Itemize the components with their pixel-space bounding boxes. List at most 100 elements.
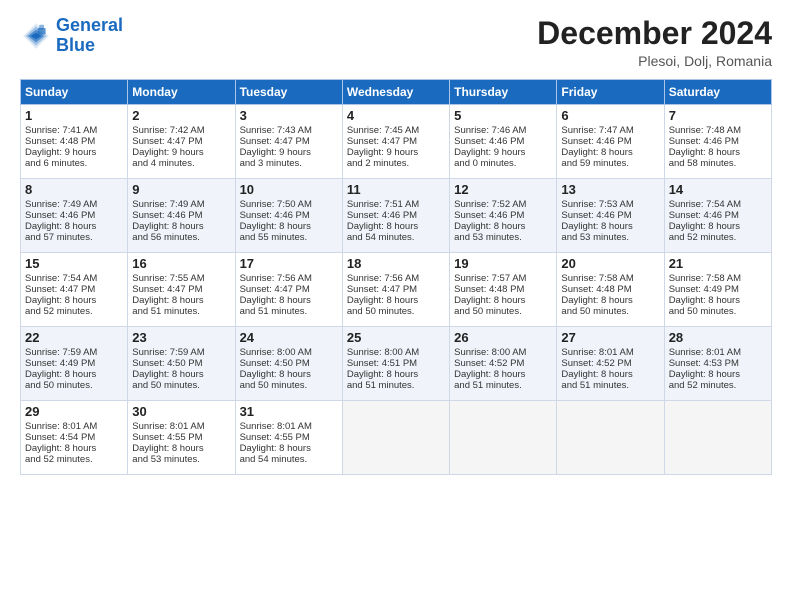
day-info-line: Sunset: 4:47 PM [347,136,445,147]
calendar-cell: 11Sunrise: 7:51 AMSunset: 4:46 PMDayligh… [342,179,449,253]
day-info-line: Daylight: 8 hours [347,221,445,232]
day-info-line: and 54 minutes. [240,454,338,465]
day-info-line: Sunrise: 8:01 AM [669,347,767,358]
day-info-line: and 0 minutes. [454,158,552,169]
day-info-line: Sunset: 4:54 PM [25,432,123,443]
day-info-line: Daylight: 8 hours [240,295,338,306]
day-info-line: Sunrise: 7:51 AM [347,199,445,210]
day-number: 21 [669,256,767,271]
day-info-line: Daylight: 9 hours [132,147,230,158]
calendar-body: 1Sunrise: 7:41 AMSunset: 4:48 PMDaylight… [21,105,772,475]
day-info-line: and 53 minutes. [132,454,230,465]
day-info-line: and 52 minutes. [25,454,123,465]
day-info-line: Daylight: 8 hours [561,295,659,306]
calendar-header-row: SundayMondayTuesdayWednesdayThursdayFrid… [21,80,772,105]
day-info-line: Sunrise: 7:55 AM [132,273,230,284]
day-number: 30 [132,404,230,419]
day-info-line: and 57 minutes. [25,232,123,243]
day-number: 23 [132,330,230,345]
day-info-line: Daylight: 8 hours [25,443,123,454]
day-info-line: Sunset: 4:48 PM [454,284,552,295]
day-info-line: Sunset: 4:46 PM [25,210,123,221]
day-info-line: Daylight: 8 hours [132,295,230,306]
day-info-line: and 50 minutes. [240,380,338,391]
calendar-cell: 14Sunrise: 7:54 AMSunset: 4:46 PMDayligh… [664,179,771,253]
calendar-cell: 12Sunrise: 7:52 AMSunset: 4:46 PMDayligh… [450,179,557,253]
calendar-cell [450,401,557,475]
calendar-cell: 10Sunrise: 7:50 AMSunset: 4:46 PMDayligh… [235,179,342,253]
calendar-cell: 13Sunrise: 7:53 AMSunset: 4:46 PMDayligh… [557,179,664,253]
day-info-line: Daylight: 8 hours [132,443,230,454]
day-info-line: Sunset: 4:48 PM [25,136,123,147]
day-number: 16 [132,256,230,271]
day-info-line: Sunset: 4:46 PM [132,210,230,221]
calendar-header-cell: Wednesday [342,80,449,105]
day-number: 14 [669,182,767,197]
header: General Blue December 2024 Plesoi, Dolj,… [20,16,772,69]
calendar-cell: 31Sunrise: 8:01 AMSunset: 4:55 PMDayligh… [235,401,342,475]
calendar-cell: 30Sunrise: 8:01 AMSunset: 4:55 PMDayligh… [128,401,235,475]
day-info-line: Sunrise: 7:54 AM [25,273,123,284]
day-info-line: Sunset: 4:50 PM [132,358,230,369]
day-number: 11 [347,182,445,197]
day-info-line: and 51 minutes. [240,306,338,317]
location: Plesoi, Dolj, Romania [537,53,772,69]
day-info-line: Daylight: 9 hours [240,147,338,158]
day-info-line: Sunset: 4:46 PM [454,210,552,221]
day-info-line: Sunrise: 7:49 AM [132,199,230,210]
day-info-line: Sunrise: 7:54 AM [669,199,767,210]
calendar-cell: 29Sunrise: 8:01 AMSunset: 4:54 PMDayligh… [21,401,128,475]
day-info-line: and 50 minutes. [454,306,552,317]
day-info-line: and 54 minutes. [347,232,445,243]
day-info-line: and 53 minutes. [454,232,552,243]
calendar-cell: 27Sunrise: 8:01 AMSunset: 4:52 PMDayligh… [557,327,664,401]
calendar-cell [342,401,449,475]
day-info-line: Sunrise: 7:47 AM [561,125,659,136]
day-number: 19 [454,256,552,271]
day-info-line: and 50 minutes. [25,380,123,391]
day-info-line: Daylight: 9 hours [25,147,123,158]
day-number: 1 [25,108,123,123]
day-info-line: Sunrise: 7:59 AM [25,347,123,358]
day-info-line: Sunrise: 7:58 AM [561,273,659,284]
title-block: December 2024 Plesoi, Dolj, Romania [537,16,772,69]
day-info-line: and 52 minutes. [669,380,767,391]
calendar-cell: 2Sunrise: 7:42 AMSunset: 4:47 PMDaylight… [128,105,235,179]
day-info-line: Sunset: 4:47 PM [132,284,230,295]
day-info-line: Daylight: 8 hours [669,295,767,306]
calendar-cell: 4Sunrise: 7:45 AMSunset: 4:47 PMDaylight… [342,105,449,179]
day-info-line: and 6 minutes. [25,158,123,169]
day-info-line: Sunrise: 7:52 AM [454,199,552,210]
day-info-line: Sunrise: 7:57 AM [454,273,552,284]
day-info-line: Daylight: 8 hours [240,369,338,380]
day-info-line: and 52 minutes. [25,306,123,317]
day-info-line: and 56 minutes. [132,232,230,243]
day-number: 27 [561,330,659,345]
day-info-line: Sunrise: 8:00 AM [347,347,445,358]
day-info-line: Sunset: 4:47 PM [347,284,445,295]
day-info-line: Daylight: 8 hours [132,221,230,232]
day-info-line: and 51 minutes. [454,380,552,391]
day-info-line: Sunset: 4:47 PM [25,284,123,295]
day-info-line: and 51 minutes. [132,306,230,317]
day-number: 10 [240,182,338,197]
calendar-cell: 15Sunrise: 7:54 AMSunset: 4:47 PMDayligh… [21,253,128,327]
calendar-cell: 23Sunrise: 7:59 AMSunset: 4:50 PMDayligh… [128,327,235,401]
calendar-cell: 22Sunrise: 7:59 AMSunset: 4:49 PMDayligh… [21,327,128,401]
month-title: December 2024 [537,16,772,51]
day-info-line: Daylight: 8 hours [669,147,767,158]
day-info-line: Sunrise: 7:49 AM [25,199,123,210]
day-number: 17 [240,256,338,271]
calendar-header-cell: Sunday [21,80,128,105]
day-info-line: Sunset: 4:52 PM [561,358,659,369]
calendar-cell: 5Sunrise: 7:46 AMSunset: 4:46 PMDaylight… [450,105,557,179]
day-number: 8 [25,182,123,197]
calendar-cell: 21Sunrise: 7:58 AMSunset: 4:49 PMDayligh… [664,253,771,327]
day-info-line: Daylight: 8 hours [454,221,552,232]
day-number: 6 [561,108,659,123]
day-info-line: Sunset: 4:46 PM [240,210,338,221]
day-info-line: and 4 minutes. [132,158,230,169]
day-info-line: Sunrise: 7:56 AM [347,273,445,284]
day-number: 22 [25,330,123,345]
calendar-cell: 7Sunrise: 7:48 AMSunset: 4:46 PMDaylight… [664,105,771,179]
